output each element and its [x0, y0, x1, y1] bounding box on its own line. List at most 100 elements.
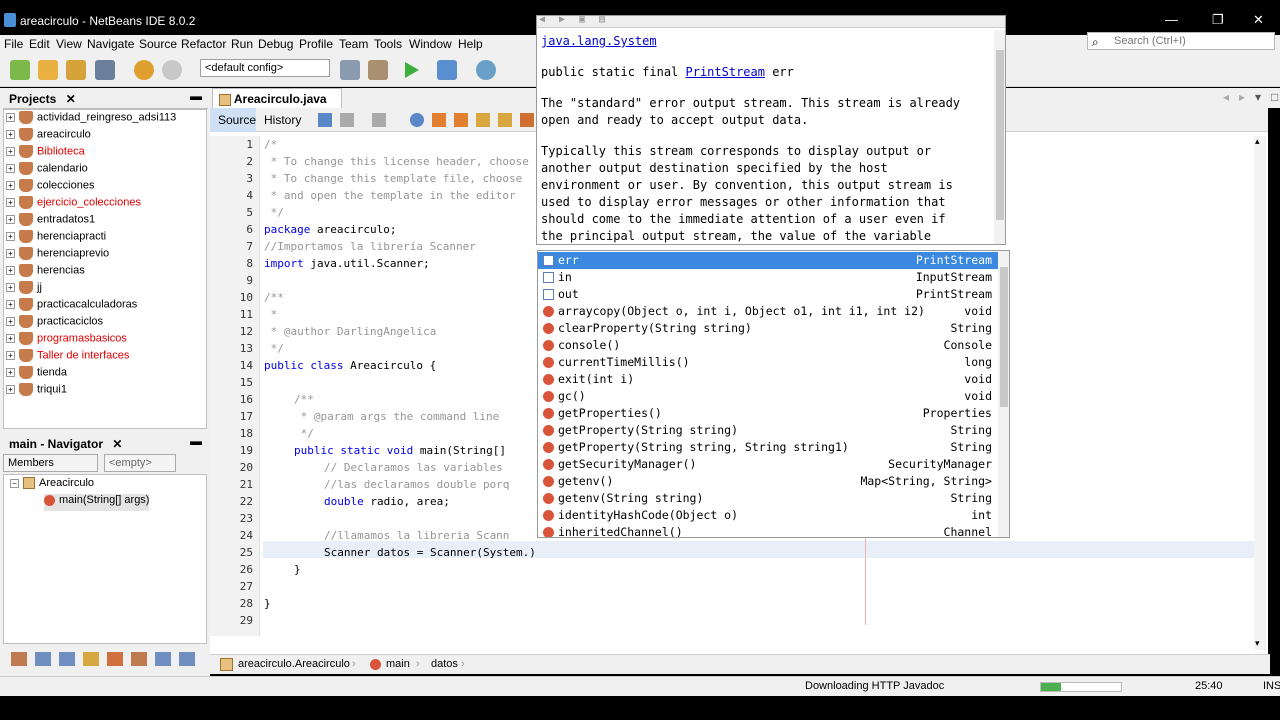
- menu-file[interactable]: File: [4, 37, 23, 51]
- code-line[interactable]: // Declaramos las variables: [324, 461, 503, 478]
- code-line[interactable]: /**: [264, 291, 284, 308]
- menu-team[interactable]: Team: [339, 37, 368, 51]
- config-select[interactable]: <default config>: [200, 59, 330, 77]
- code-line[interactable]: *: [264, 308, 278, 325]
- completion-item[interactable]: currentTimeMillis() long: [538, 354, 998, 371]
- lock-icon[interactable]: [83, 652, 99, 666]
- find-icon[interactable]: [410, 113, 424, 127]
- save-all-icon[interactable]: [95, 60, 115, 80]
- filter-icon[interactable]: [59, 652, 75, 666]
- tab-list-icon[interactable]: ▾: [1255, 90, 1261, 104]
- completion-item[interactable]: arraycopy(Object o, int i, Object o1, in…: [538, 303, 998, 320]
- code-line[interactable]: public class Areacirculo {: [264, 359, 436, 376]
- expand-icon[interactable]: +: [6, 300, 15, 309]
- project-node[interactable]: + practicaciclos: [6, 315, 103, 332]
- code-line[interactable]: import java.util.Scanner;: [264, 257, 430, 274]
- breadcrumb-method[interactable]: main: [386, 658, 410, 670]
- menu-view[interactable]: View: [56, 37, 82, 51]
- new-project-icon[interactable]: [38, 60, 58, 80]
- source-button[interactable]: Source: [210, 108, 256, 132]
- filter-icon[interactable]: [11, 652, 27, 666]
- project-node[interactable]: + herenciaprevio: [6, 247, 109, 264]
- project-node[interactable]: + herenciapracti: [6, 230, 106, 247]
- menu-run[interactable]: Run: [231, 37, 253, 51]
- menu-tools[interactable]: Tools: [374, 37, 402, 51]
- forward-icon[interactable]: ▶: [559, 16, 565, 25]
- find-previous-icon[interactable]: [432, 113, 446, 127]
- scroll-left-icon[interactable]: ◂: [1223, 90, 1229, 104]
- menu-debug[interactable]: Debug: [258, 37, 293, 51]
- completion-item[interactable]: getSecurityManager() SecurityManager: [538, 456, 998, 473]
- menu-profile[interactable]: Profile: [299, 37, 333, 51]
- javadoc-scrollbar[interactable]: [994, 30, 1005, 244]
- code-line[interactable]: * To change this license header, choose: [264, 155, 529, 172]
- members-select[interactable]: Members: [3, 454, 98, 472]
- expand-icon[interactable]: +: [6, 164, 15, 173]
- code-line[interactable]: * @param args the command line: [294, 410, 500, 427]
- find-next-icon[interactable]: [454, 113, 468, 127]
- scroll-down-icon[interactable]: ▾: [1255, 638, 1260, 649]
- project-node[interactable]: + areacirculo: [6, 128, 91, 145]
- close-icon[interactable]: ✕: [66, 92, 76, 106]
- filter-icon[interactable]: [131, 652, 147, 666]
- minimize-panel-icon[interactable]: ▬: [190, 434, 202, 448]
- menu-navigate[interactable]: Navigate: [87, 37, 134, 51]
- code-line[interactable]: */: [264, 206, 284, 223]
- project-node[interactable]: + herencias: [6, 264, 85, 281]
- sort-icon[interactable]: [155, 652, 171, 666]
- maximize-button[interactable]: ❐: [1212, 12, 1224, 28]
- code-line[interactable]: */: [264, 342, 284, 359]
- completion-item[interactable]: console() Console: [538, 337, 998, 354]
- expand-icon[interactable]: +: [6, 249, 15, 258]
- expand-icon[interactable]: +: [6, 385, 15, 394]
- close-icon[interactable]: ✕: [112, 437, 122, 451]
- project-node[interactable]: + Taller de interfaces: [6, 349, 129, 366]
- forward-icon[interactable]: [372, 113, 386, 127]
- expand-icon[interactable]: +: [6, 181, 15, 190]
- undo-icon[interactable]: [134, 60, 154, 80]
- clean-build-icon[interactable]: [368, 60, 388, 80]
- back-icon[interactable]: ◀: [539, 16, 545, 25]
- project-node[interactable]: + tienda: [6, 366, 67, 383]
- printstream-link[interactable]: PrintStream: [686, 65, 765, 79]
- open-project-icon[interactable]: [66, 60, 86, 80]
- search-input[interactable]: Search (Ctrl+I): [1087, 32, 1275, 50]
- expand-icon[interactable]: +: [6, 334, 15, 343]
- code-line[interactable]: * @author DarlingAngelica: [264, 325, 437, 342]
- completion-item[interactable]: getProperty(String string) String: [538, 422, 998, 439]
- build-icon[interactable]: [340, 60, 360, 80]
- minimize-panel-icon[interactable]: ▬: [190, 89, 202, 103]
- minimize-button[interactable]: —: [1165, 12, 1178, 27]
- project-node[interactable]: + calendario: [6, 162, 88, 179]
- project-node[interactable]: + programasbasicos: [6, 332, 127, 349]
- run-icon[interactable]: [405, 62, 419, 78]
- project-node[interactable]: + practicacalculadoras: [6, 298, 137, 315]
- menu-source[interactable]: Source: [139, 37, 177, 51]
- expand-icon[interactable]: +: [6, 113, 15, 122]
- scroll-right-icon[interactable]: ▸: [1239, 90, 1245, 104]
- completion-item[interactable]: in InputStream: [538, 269, 998, 286]
- maximize-icon[interactable]: □: [1271, 90, 1278, 104]
- expand-icon[interactable]: +: [6, 283, 15, 292]
- profile-icon[interactable]: [476, 60, 496, 80]
- back-icon[interactable]: [340, 113, 354, 127]
- code-line[interactable]: double radio, area;: [324, 495, 450, 512]
- history-button[interactable]: History: [264, 113, 301, 127]
- project-node[interactable]: + Biblioteca: [6, 145, 85, 162]
- code-line[interactable]: //Importamos la librería Scanner: [264, 240, 476, 257]
- tab-areacirculo[interactable]: Areacirculo.java ✕: [212, 88, 342, 120]
- menu-edit[interactable]: Edit: [29, 37, 50, 51]
- breadcrumb-class[interactable]: areacirculo.Areacirculo: [238, 658, 350, 670]
- redo-icon[interactable]: [162, 60, 182, 80]
- new-file-icon[interactable]: [10, 60, 30, 80]
- menu-help[interactable]: Help: [458, 37, 483, 51]
- expand-icon[interactable]: +: [6, 147, 15, 156]
- code-line[interactable]: Scanner datos = Scanner(System.): [324, 546, 536, 563]
- code-line[interactable]: * To change this template file, choose: [264, 172, 523, 189]
- completion-item[interactable]: err PrintStream: [538, 252, 998, 269]
- expand-icon[interactable]: +: [6, 368, 15, 377]
- expand-icon[interactable]: +: [6, 351, 15, 360]
- completion-item[interactable]: getenv(String string) String: [538, 490, 998, 507]
- project-node[interactable]: + entradatos1: [6, 213, 95, 230]
- breadcrumb-variable[interactable]: datos: [431, 658, 458, 670]
